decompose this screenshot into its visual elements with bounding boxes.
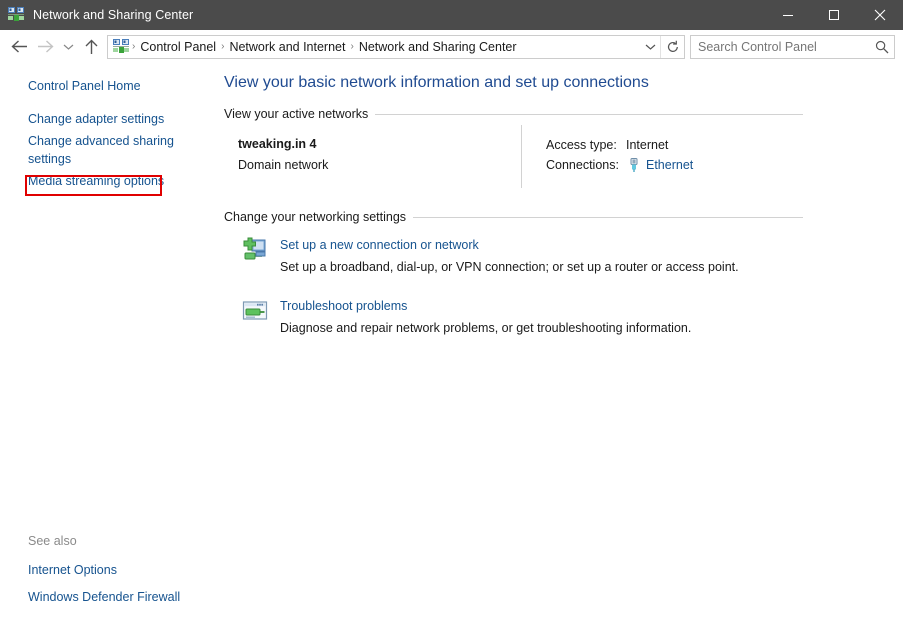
see-also-section: See also Internet Options Windows Defend…	[0, 532, 222, 608]
navigation-bar: › Control Panel › Network and Internet ›…	[0, 30, 903, 63]
maximize-icon	[829, 10, 839, 20]
connections-row: Connections: Ethernet	[546, 155, 693, 175]
address-bar-controls	[640, 35, 684, 58]
ethernet-link[interactable]: Ethernet	[646, 155, 693, 175]
section-divider	[375, 113, 803, 115]
maximize-button[interactable]	[811, 0, 857, 30]
address-bar[interactable]: › Control Panel › Network and Internet ›…	[107, 34, 685, 59]
section-heading-networking-settings: Change your networking settings	[222, 210, 903, 224]
setting-title-new-connection[interactable]: Set up a new connection or network	[280, 236, 739, 254]
setting-item-troubleshoot[interactable]: Troubleshoot problems Diagnose and repai…	[222, 297, 903, 337]
sidebar-item-control-panel-home[interactable]: Control Panel Home	[0, 75, 222, 97]
vertical-divider	[521, 125, 522, 188]
close-icon	[874, 9, 886, 21]
network-type: Domain network	[238, 158, 329, 172]
new-connection-icon	[242, 237, 268, 263]
search-icon	[875, 40, 889, 53]
network-name: tweaking.in 4	[238, 137, 317, 151]
network-icon	[113, 38, 129, 55]
see-also-item-internet-options[interactable]: Internet Options	[0, 559, 222, 581]
search-input[interactable]: Search Control Panel	[691, 40, 870, 54]
forward-arrow-icon	[37, 40, 54, 53]
refresh-button[interactable]	[660, 35, 684, 58]
forward-button[interactable]	[32, 34, 58, 60]
minimize-icon	[783, 15, 793, 16]
setting-description-troubleshoot: Diagnose and repair network problems, or…	[280, 321, 692, 335]
recent-locations-button[interactable]	[58, 34, 78, 60]
sidebar-item-media-streaming-options[interactable]: Media streaming options	[0, 170, 222, 192]
access-type-row: Access type: Internet	[546, 135, 693, 155]
network-icon	[8, 7, 24, 23]
search-box[interactable]: Search Control Panel	[690, 34, 895, 59]
connections-value-wrap: Ethernet	[626, 155, 693, 175]
setting-description-new-connection: Set up a broadband, dial-up, or VPN conn…	[280, 260, 739, 274]
section-heading-label: View your active networks	[224, 107, 369, 121]
setting-text-block: Troubleshoot problems Diagnose and repai…	[280, 297, 691, 337]
active-network-entry: tweaking.in 4 Domain network Access type…	[222, 125, 903, 188]
close-button[interactable]	[857, 0, 903, 30]
network-identity: tweaking.in 4 Domain network	[238, 135, 521, 188]
content-area: Control Panel Home Change adapter settin…	[0, 63, 903, 624]
see-also-item-windows-defender-firewall[interactable]: Windows Defender Firewall	[0, 586, 222, 608]
address-dropdown-button[interactable]	[640, 36, 660, 58]
sidebar-item-change-adapter-settings[interactable]: Change adapter settings	[0, 108, 222, 130]
section-heading-active-networks: View your active networks	[222, 107, 903, 121]
connections-label: Connections:	[546, 158, 619, 172]
setting-item-new-connection[interactable]: Set up a new connection or network Set u…	[222, 236, 903, 276]
back-button[interactable]	[6, 34, 32, 60]
minimize-button[interactable]	[765, 0, 811, 30]
up-arrow-icon	[85, 39, 97, 54]
up-button[interactable]	[78, 34, 104, 60]
sidebar: Control Panel Home Change adapter settin…	[0, 63, 222, 624]
title-bar[interactable]: Network and Sharing Center	[0, 0, 903, 30]
window-controls	[765, 0, 903, 30]
ethernet-icon	[626, 157, 642, 173]
chevron-down-icon	[63, 44, 73, 50]
access-type-value: Internet	[626, 138, 669, 152]
refresh-icon	[667, 40, 678, 52]
troubleshoot-icon	[242, 298, 268, 324]
search-button[interactable]	[870, 36, 894, 58]
setting-title-troubleshoot[interactable]: Troubleshoot problems	[280, 297, 691, 315]
breadcrumb-item-network-and-internet[interactable]: Network and Internet	[225, 40, 349, 54]
breadcrumb-item-network-and-sharing-center[interactable]: Network and Sharing Center	[355, 40, 521, 54]
network-details: Access type: Internet Connections: Ether…	[546, 135, 693, 188]
breadcrumb-item-control-panel[interactable]: Control Panel	[136, 40, 220, 54]
section-heading-label: Change your networking settings	[224, 210, 407, 224]
access-type-label: Access type:	[546, 138, 617, 152]
sidebar-item-change-advanced-sharing-settings[interactable]: Change advanced sharing settings	[0, 130, 222, 170]
back-arrow-icon	[10, 40, 27, 53]
setting-text-block: Set up a new connection or network Set u…	[280, 236, 739, 276]
page-title: View your basic network information and …	[224, 74, 649, 91]
window-title: Network and Sharing Center	[33, 8, 194, 22]
section-divider	[413, 216, 803, 218]
see-also-heading: See also	[28, 534, 77, 548]
breadcrumb: › Control Panel › Network and Internet ›…	[131, 40, 640, 54]
chevron-down-icon	[645, 44, 655, 50]
main-pane: View your basic network information and …	[222, 63, 903, 624]
